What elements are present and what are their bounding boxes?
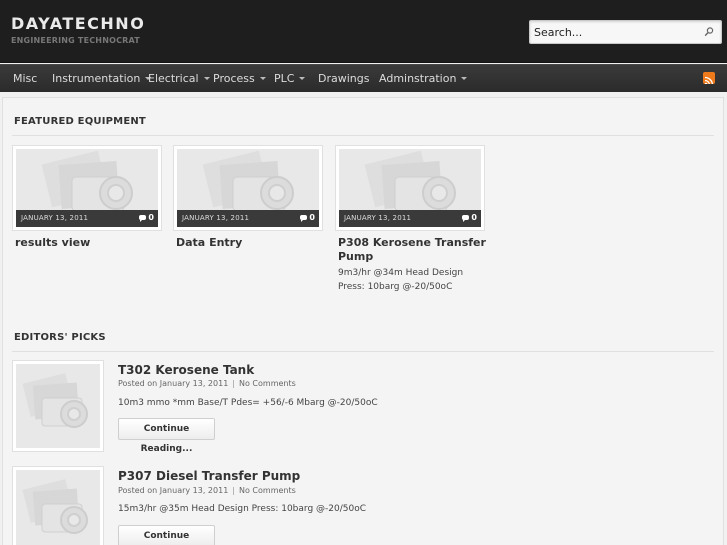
nav-label: Electrical [148,72,199,85]
featured-heading: FEATURED EQUIPMENT [14,116,146,127]
thumbnail-caption-bar: JANUARY 13, 2011 0 [16,210,158,227]
pick-thumbnail-image[interactable] [16,364,100,448]
comment-count-value: 0 [309,213,315,222]
site-title[interactable]: DAYATECHNO [11,14,145,33]
rss-icon[interactable] [703,72,715,84]
site-tagline: ENGINEERING TECHNOCRAT [11,36,140,45]
continue-reading-button[interactable]: Continue Reading... [118,418,215,454]
search-icon[interactable] [703,26,715,38]
pick-title[interactable]: T302 Kerosene Tank [118,363,254,377]
site-header: DAYATECHNO ENGINEERING TECHNOCRAT [0,0,727,63]
featured-title[interactable]: Data Entry [176,236,326,250]
post-date: JANUARY 13, 2011 [21,214,89,222]
chevron-down-icon [299,76,306,80]
chevron-down-icon [259,76,266,80]
pick-comments-link[interactable]: No Comments [239,379,296,388]
nav-label: PLC [274,72,295,85]
featured-title[interactable]: results view [15,236,165,250]
featured-card[interactable]: JANUARY 13, 2011 0 [173,145,323,231]
post-date: JANUARY 13, 2011 [344,214,412,222]
comment-bubble-icon [462,215,470,222]
thumbnail-caption-bar: JANUARY 13, 2011 0 [177,210,319,227]
pick-thumbnail[interactable] [12,360,104,452]
pick-meta: Posted on January 13, 2011 | No Comments [118,379,296,388]
camera-placeholder-icon [22,373,88,428]
meta-separator: | [232,486,235,495]
nav-label: Process [213,72,255,85]
featured-thumbnail[interactable]: JANUARY 13, 2011 0 [339,149,481,227]
editors-picks-heading: EDITORS' PICKS [14,332,106,343]
pick-comments-link[interactable]: No Comments [239,486,296,495]
chevron-down-icon [461,76,468,80]
comment-count-value: 0 [471,213,477,222]
nav-item-electrical[interactable]: Electrical [148,72,210,85]
featured-thumbnail[interactable]: JANUARY 13, 2011 0 [177,149,319,227]
pick-excerpt: 15m3/hr @35m Head Design Press: 10barg @… [118,504,367,514]
nav-label: Misc [13,72,38,85]
post-date: JANUARY 13, 2011 [182,214,250,222]
comment-count[interactable]: 0 [139,213,154,222]
nav-item-misc[interactable]: Misc [13,72,37,85]
chevron-down-icon [203,76,210,80]
featured-title[interactable]: P308 Kerosene Transfer Pump [338,236,488,264]
pick-excerpt: 10m3 mmo *mm Base/T Pdes= +56/-6 Mbarg @… [118,398,378,408]
divider [12,351,714,352]
featured-card[interactable]: JANUARY 13, 2011 0 [12,145,162,231]
nav-label: Instrumentation [52,72,141,85]
comment-count[interactable]: 0 [300,213,315,222]
comment-bubble-icon [300,215,308,222]
main-content: FEATURED EQUIPMENT JANUARY 13, 2011 0 re… [2,97,724,545]
nav-item-drawings[interactable]: Drawings [318,72,369,85]
comment-bubble-icon [139,215,147,222]
comment-count-value: 0 [148,213,154,222]
pick-posted-date: Posted on January 13, 2011 [118,486,229,495]
pick-posted-date: Posted on January 13, 2011 [118,379,229,388]
continue-reading-button[interactable]: Continue Reading... [118,525,215,545]
pick-thumbnail[interactable] [12,466,104,545]
meta-separator: | [232,379,235,388]
search-input[interactable] [534,24,702,40]
nav-label: Drawings [318,72,370,85]
pick-title[interactable]: P307 Diesel Transfer Pump [118,469,300,483]
nav-item-instrumentation[interactable]: Instrumentation [52,72,152,85]
featured-thumbnail[interactable]: JANUARY 13, 2011 0 [16,149,158,227]
divider [12,135,714,136]
thumbnail-caption-bar: JANUARY 13, 2011 0 [339,210,481,227]
pick-thumbnail-image[interactable] [16,470,100,545]
main-nav: Misc Instrumentation Electrical Process … [0,64,727,92]
nav-label: Adminstration [379,72,457,85]
search-box[interactable] [529,20,722,44]
nav-item-plc[interactable]: PLC [274,72,306,85]
featured-card[interactable]: JANUARY 13, 2011 0 [335,145,485,231]
camera-placeholder-icon [22,479,88,534]
pick-meta: Posted on January 13, 2011 | No Comments [118,486,296,495]
nav-item-adminstration[interactable]: Adminstration [379,72,468,85]
nav-item-process[interactable]: Process [213,72,266,85]
featured-excerpt: 9m3/hr @34m Head Design Press: 10barg @-… [338,268,464,292]
comment-count[interactable]: 0 [462,213,477,222]
